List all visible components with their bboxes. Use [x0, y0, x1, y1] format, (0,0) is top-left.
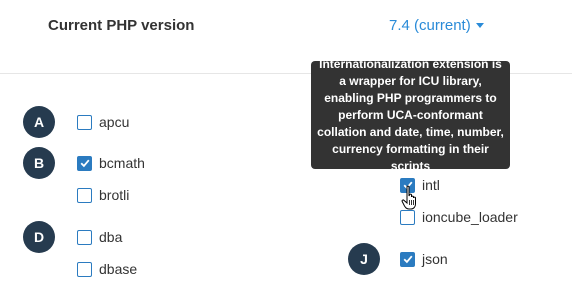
- extension-item-ioncube-loader[interactable]: ioncube_loader: [400, 209, 518, 225]
- checkbox-ioncube-loader[interactable]: [400, 209, 415, 225]
- checkbox-dba[interactable]: [77, 229, 92, 245]
- checkbox-bcmath[interactable]: [77, 155, 92, 171]
- extension-label: bcmath: [99, 155, 145, 171]
- extension-label: json: [422, 251, 448, 267]
- page-title: Current PHP version: [48, 17, 195, 34]
- php-version-dropdown[interactable]: 7.4 (current): [389, 17, 484, 34]
- checkbox-json[interactable]: [400, 251, 415, 267]
- checkmark-icon: [80, 159, 89, 168]
- extension-item-dbase[interactable]: dbase: [77, 261, 137, 277]
- php-version-value: 7.4 (current): [389, 17, 471, 34]
- checkbox-brotli[interactable]: [77, 187, 92, 203]
- extension-item-json[interactable]: json: [400, 251, 448, 267]
- extension-item-bcmath[interactable]: bcmath: [77, 155, 145, 171]
- extension-label: dba: [99, 229, 123, 245]
- checkmark-icon: [403, 255, 412, 264]
- hand-pointer-icon: [401, 185, 416, 210]
- letter-badge-j: J: [348, 243, 380, 275]
- extension-tooltip: Internationalization extension is a wrap…: [311, 57, 510, 173]
- extension-item-dba[interactable]: dba: [77, 229, 122, 245]
- letter-badge-d: D: [23, 221, 55, 253]
- caret-down-icon: [475, 23, 484, 28]
- letter-badge-b: B: [23, 147, 55, 179]
- tooltip-text: Internationalization extension is a wrap…: [317, 56, 504, 173]
- extension-label: intl: [422, 177, 440, 193]
- extension-label: ioncube_loader: [422, 209, 518, 225]
- extension-label: brotli: [99, 187, 130, 203]
- extension-label: dbase: [99, 261, 138, 277]
- extension-item-brotli[interactable]: brotli: [77, 187, 129, 203]
- extension-item-apcu[interactable]: apcu: [77, 114, 129, 130]
- checkbox-dbase[interactable]: [77, 261, 92, 277]
- checkbox-apcu[interactable]: [77, 114, 92, 130]
- letter-badge-a: A: [23, 106, 55, 138]
- extension-label: apcu: [99, 114, 130, 130]
